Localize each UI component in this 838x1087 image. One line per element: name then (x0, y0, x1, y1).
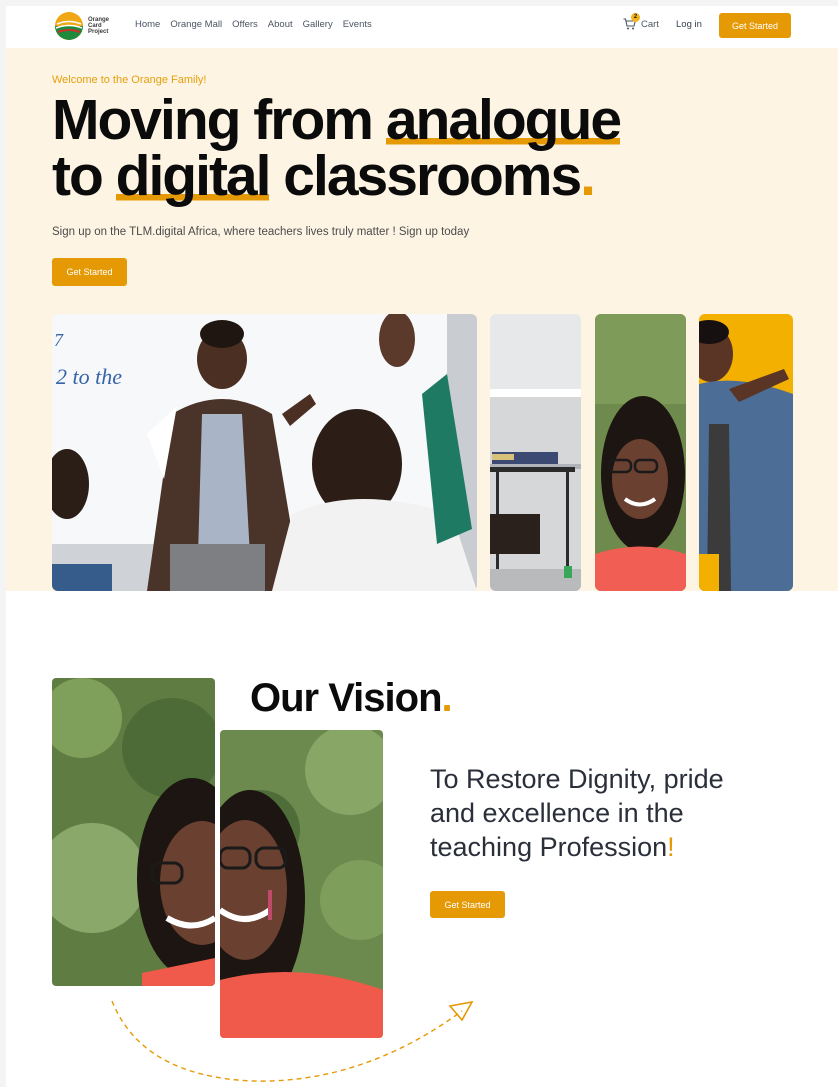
vision-photo-right (220, 730, 383, 1038)
vision-photo-left (52, 678, 215, 986)
vision-title-dot: . (441, 676, 453, 720)
nav-link-events[interactable]: Events (343, 19, 372, 30)
nav-link-gallery[interactable]: Gallery (303, 19, 333, 30)
vision-title-text: Our Vision (250, 676, 443, 720)
hero-title-part1: Moving from (52, 88, 386, 152)
top-navigation: Orange Card Project Home Orange Mall Off… (6, 6, 838, 48)
hero-photo-desk (490, 314, 581, 591)
hero-photo-man-yellow (699, 314, 793, 591)
cart-link[interactable]: 2 Cart (623, 13, 659, 30)
nav-link-orange-mall[interactable]: Orange Mall (170, 19, 222, 30)
logo-text: Orange Card Project (88, 17, 110, 35)
whiteboard-text-2: 7 (54, 330, 64, 350)
vision-title: Our Vision. (250, 676, 453, 721)
cart-icon: 2 (623, 13, 640, 30)
cart-label: Cart (641, 18, 659, 30)
orange-card-logo-icon (55, 12, 83, 40)
hero-title-underlined-1: analogue (385, 88, 622, 152)
login-link[interactable]: Log in (676, 19, 702, 30)
nav-get-started-button[interactable]: Get Started (719, 13, 791, 38)
hero-kicker: Welcome to the Orange Family! (52, 74, 207, 86)
nav-link-offers[interactable]: Offers (232, 19, 258, 30)
vision-get-started-button[interactable]: Get Started (430, 891, 505, 918)
logo[interactable]: Orange Card Project (54, 11, 114, 41)
hero-get-started-button[interactable]: Get Started (52, 258, 127, 286)
nav-link-about[interactable]: About (268, 19, 293, 30)
dashed-arrow-icon (111, 1000, 474, 1082)
hero-photo-smiling-woman (595, 314, 686, 591)
hero-section: Welcome to the Orange Family! Moving fro… (6, 48, 838, 591)
hero-subtitle: Sign up on the TLM.digital Africa, where… (52, 226, 470, 238)
vision-statement: To Restore Dignity, pride and excellence… (430, 762, 770, 864)
hero-title-part2: to (52, 144, 116, 208)
hero-title: Moving from analogue to digital classroo… (52, 88, 772, 208)
cart-count-badge: 2 (631, 13, 640, 22)
vision-statement-mark: ! (667, 832, 675, 862)
hero-title-underlined-2: digital (115, 144, 271, 208)
page: Orange Card Project Home Orange Mall Off… (6, 6, 838, 1087)
hero-title-part3: classrooms (269, 144, 582, 208)
vision-statement-text: To Restore Dignity, pride and excellence… (430, 764, 724, 862)
hero-title-dot: . (580, 144, 596, 208)
nav-link-home[interactable]: Home (135, 19, 160, 30)
whiteboard-text-1: 2 to the (56, 364, 122, 389)
nav-links: Home Orange Mall Offers About Gallery Ev… (135, 19, 382, 30)
hero-photo-classroom: 2 to the 7 (52, 314, 477, 591)
